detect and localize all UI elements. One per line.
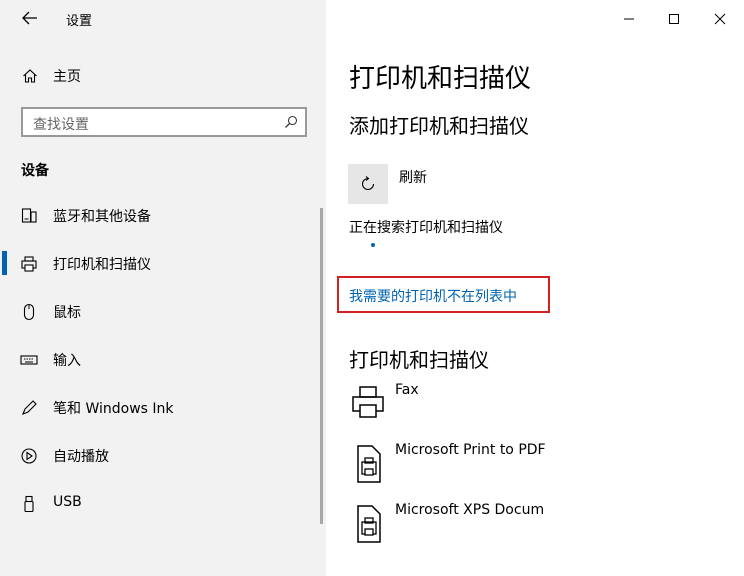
pen-icon bbox=[22, 400, 37, 415]
settings-window: 设置 主页 查找设置 设备 蓝牙和其他设备 打印机和扫描仪 鼠标 输入 笔和 W… bbox=[0, 0, 744, 576]
missing-printer-link[interactable]: 我需要的打印机不在列表中 bbox=[349, 286, 517, 306]
fax-printer-icon bbox=[352, 386, 384, 418]
printer-name: Microsoft Print to PDF bbox=[395, 442, 546, 458]
usb-icon bbox=[24, 495, 34, 513]
printer-item-fax[interactable]: Fax bbox=[346, 382, 726, 432]
page-title: 打印机和扫描仪 bbox=[349, 64, 532, 94]
searching-status: 正在搜索打印机和扫描仪 bbox=[349, 220, 503, 236]
close-icon[interactable] bbox=[708, 8, 732, 30]
home-icon bbox=[23, 69, 37, 83]
sidebar-item-label: 输入 bbox=[53, 353, 81, 369]
printer-item-xps[interactable]: Microsoft XPS Docum bbox=[346, 502, 726, 552]
maximize-icon[interactable] bbox=[662, 8, 686, 30]
keyboard-icon bbox=[20, 355, 38, 365]
sidebar-item-label: 笔和 Windows Ink bbox=[53, 401, 174, 417]
document-printer-icon bbox=[357, 445, 381, 483]
add-section-title: 添加打印机和扫描仪 bbox=[349, 114, 529, 138]
refresh-button[interactable] bbox=[348, 164, 388, 204]
back-arrow-icon[interactable] bbox=[20, 8, 40, 28]
sidebar-item-printers[interactable]: 打印机和扫描仪 bbox=[0, 243, 326, 283]
sidebar-item-label: USB bbox=[53, 494, 82, 510]
sidebar-item-label: 蓝牙和其他设备 bbox=[53, 209, 151, 225]
bluetooth-devices-icon bbox=[21, 208, 37, 223]
printers-section-title: 打印机和扫描仪 bbox=[349, 348, 489, 372]
mouse-icon bbox=[23, 303, 35, 321]
printer-name: Fax bbox=[395, 382, 419, 398]
progress-dot bbox=[371, 243, 375, 247]
search-placeholder: 查找设置 bbox=[33, 117, 89, 133]
sidebar-scrollbar[interactable] bbox=[320, 208, 323, 524]
sidebar-item-autoplay[interactable]: 自动播放 bbox=[0, 435, 326, 475]
sidebar-item-bluetooth[interactable]: 蓝牙和其他设备 bbox=[0, 195, 326, 235]
sidebar-item-label: 自动播放 bbox=[53, 449, 109, 465]
active-indicator bbox=[2, 251, 7, 275]
sidebar-item-label: 主页 bbox=[53, 69, 81, 85]
sidebar-item-usb[interactable]: USB bbox=[0, 483, 326, 523]
document-printer-icon bbox=[357, 505, 381, 543]
search-input[interactable]: 查找设置 bbox=[21, 107, 307, 137]
printer-name: Microsoft XPS Docum bbox=[395, 502, 545, 518]
sidebar-item-label: 打印机和扫描仪 bbox=[53, 257, 151, 273]
sidebar-item-pen[interactable]: 笔和 Windows Ink bbox=[0, 387, 326, 427]
minimize-icon[interactable] bbox=[617, 8, 641, 30]
printer-item-pdf[interactable]: Microsoft Print to PDF bbox=[346, 442, 726, 492]
search-icon bbox=[285, 115, 298, 128]
sidebar-item-home[interactable]: 主页 bbox=[0, 60, 326, 92]
titlebar-left: 设置 bbox=[0, 0, 326, 38]
printer-icon bbox=[21, 256, 37, 272]
app-title: 设置 bbox=[66, 14, 93, 29]
refresh-label[interactable]: 刷新 bbox=[399, 167, 427, 187]
sidebar-item-typing[interactable]: 输入 bbox=[0, 339, 326, 379]
sidebar-item-mouse[interactable]: 鼠标 bbox=[0, 291, 326, 331]
autoplay-icon bbox=[21, 448, 37, 464]
sidebar-item-label: 鼠标 bbox=[53, 305, 81, 321]
refresh-icon bbox=[361, 176, 375, 191]
section-title: 设备 bbox=[21, 163, 49, 179]
sidebar: 设置 主页 查找设置 设备 蓝牙和其他设备 打印机和扫描仪 鼠标 输入 笔和 W… bbox=[0, 0, 326, 576]
